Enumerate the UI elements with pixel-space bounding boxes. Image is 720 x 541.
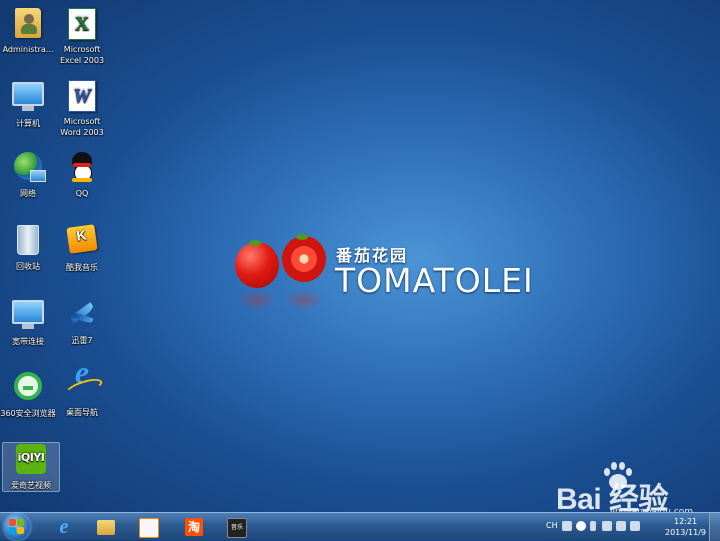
- clock-time: 12:21: [673, 517, 698, 526]
- network-icon: [11, 152, 46, 186]
- desktop-icon-label: 桌面导航: [66, 408, 98, 417]
- taskbar-taobao-button[interactable]: 淘: [176, 515, 212, 539]
- system-tray: CH 12:21 2013/11/9: [540, 513, 720, 541]
- recycle-bin-icon: [11, 225, 45, 259]
- desktop-icon-iqiyi[interactable]: iQIYI 爱奇艺视频: [2, 442, 60, 492]
- arrow-up-icon[interactable]: [590, 521, 596, 531]
- tomato-slice-icon: [282, 236, 326, 282]
- taskbar-music-button[interactable]: 音乐: [218, 515, 254, 539]
- desktop-icon-word[interactable]: W Microsoft Word 2003: [54, 78, 110, 138]
- desktop-icon-label: 迅雷7: [71, 336, 93, 345]
- show-desktop-button[interactable]: [709, 513, 720, 541]
- desktop-icon-desktop-nav[interactable]: e 桌面导航: [54, 356, 110, 418]
- taskbar-explorer-button[interactable]: [88, 515, 124, 539]
- desktop-icon-label: QQ: [75, 189, 89, 198]
- desktop-icon-xunlei[interactable]: 迅雷7: [54, 296, 110, 346]
- network-tray-icon[interactable]: [616, 521, 626, 531]
- desktop-icon-label: 宽带连接: [12, 337, 44, 346]
- help-icon[interactable]: [576, 521, 586, 531]
- desktop[interactable]: Administra... 计算机 网络 回收站 宽带连接 360安全浏览器 i…: [0, 0, 720, 517]
- music-app-icon: 音乐: [227, 518, 247, 538]
- taskbar-media-player-button[interactable]: [130, 515, 166, 539]
- desktop-icon-excel[interactable]: X Microsoft Excel 2003: [54, 6, 110, 66]
- ie-icon: e: [59, 516, 69, 538]
- taskbar-ie-button[interactable]: e: [46, 515, 82, 539]
- desktop-icon-kuwo-music[interactable]: K 酷我音乐: [54, 222, 110, 273]
- desktop-icon-label: Microsoft Word 2003: [60, 117, 104, 137]
- excel-icon: X: [65, 8, 99, 42]
- desktop-icon-computer[interactable]: 计算机: [0, 78, 56, 129]
- wallpaper-logo: 番茄花园 TOMATOLEI: [232, 232, 533, 312]
- iqiyi-icon: iQIYI: [14, 444, 48, 478]
- tomato-icon: [235, 242, 279, 288]
- kuwo-music-icon: K: [65, 224, 99, 260]
- desktop-icon-label: Microsoft Excel 2003: [59, 45, 105, 65]
- logo-english-text: TOMATOLEI: [335, 261, 534, 300]
- broadband-icon: [11, 300, 45, 334]
- desktop-icon-administrator[interactable]: Administra...: [0, 6, 56, 55]
- xunlei-icon: [65, 299, 99, 333]
- language-indicator[interactable]: CH: [546, 521, 558, 530]
- desktop-icon-label: 360安全浏览器: [0, 409, 56, 418]
- qq-icon: [65, 152, 99, 186]
- desktop-icon-network[interactable]: 网络: [0, 150, 56, 199]
- keyboard-icon[interactable]: [562, 521, 572, 531]
- clock[interactable]: 12:21 2013/11/9: [665, 516, 706, 538]
- media-player-icon: [139, 518, 159, 538]
- desktop-icon-label: 回收站: [16, 262, 40, 271]
- 360-browser-icon: [11, 372, 45, 406]
- taskbar: e 淘 音乐 CH 12:21 2013/11/9: [0, 512, 720, 541]
- paw-icon: [602, 462, 634, 494]
- volume-icon[interactable]: [630, 521, 640, 531]
- flag-icon[interactable]: [602, 521, 612, 531]
- user-folder-icon: [11, 8, 45, 42]
- desktop-icon-label: 网络: [20, 189, 36, 198]
- desktop-icon-label: 爱奇艺视频: [11, 481, 51, 490]
- explorer-folder-icon: [97, 520, 115, 535]
- desktop-icon-qq[interactable]: QQ: [54, 150, 110, 199]
- taobao-icon: 淘: [185, 518, 203, 536]
- desktop-icon-broadband[interactable]: 宽带连接: [0, 296, 56, 347]
- start-button[interactable]: [4, 514, 30, 540]
- desktop-icon-label: 酷我音乐: [66, 263, 98, 272]
- desktop-icon-360-browser[interactable]: 360安全浏览器: [0, 370, 56, 419]
- desktop-icon-label: Administra...: [2, 45, 54, 54]
- ie-icon: e: [65, 356, 99, 405]
- desktop-icon-recycle-bin[interactable]: 回收站: [0, 222, 56, 272]
- computer-icon: [11, 82, 45, 116]
- clock-date: 2013/11/9: [665, 528, 707, 537]
- desktop-icon-label: 计算机: [16, 119, 40, 128]
- word-icon: W: [65, 80, 99, 114]
